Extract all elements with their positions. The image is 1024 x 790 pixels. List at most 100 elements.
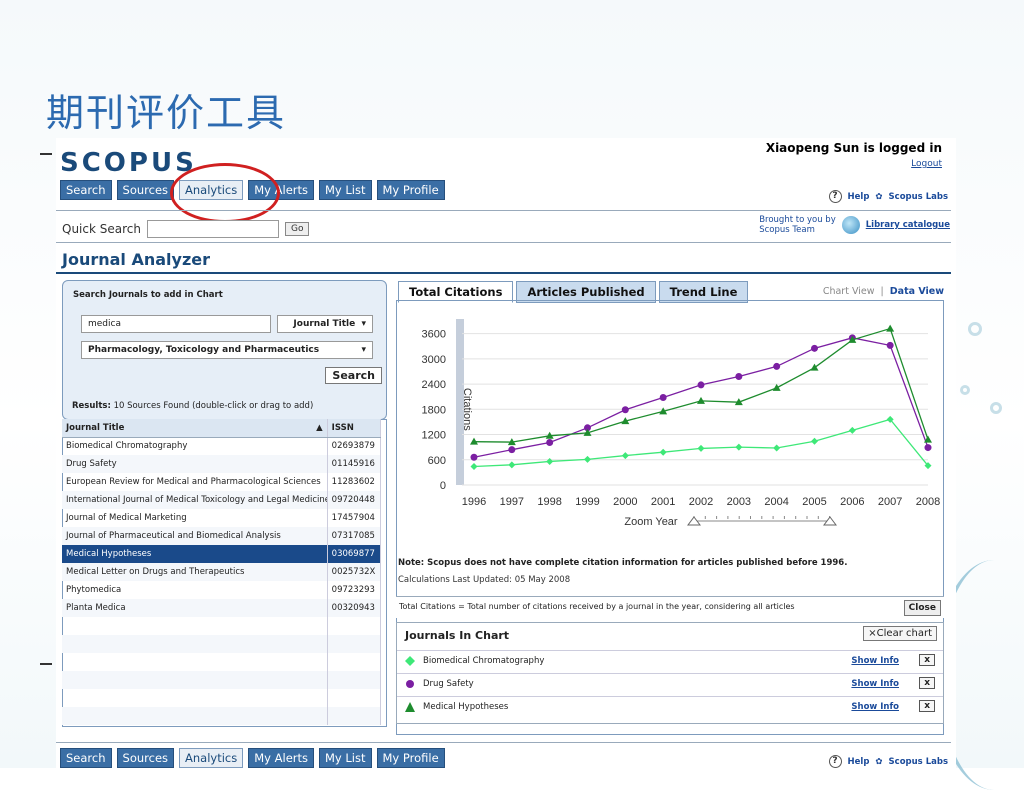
data-point xyxy=(621,406,629,414)
x-tick-label: 2008 xyxy=(916,496,940,508)
nav-sources[interactable]: Sources xyxy=(116,180,175,200)
subject-select[interactable]: Pharmacology, Toxicology and Pharmaceuti… xyxy=(81,341,373,359)
data-view-link[interactable]: Data View xyxy=(890,286,944,297)
decor-ring xyxy=(960,385,970,395)
journal-title-cell: Journal of Medical Marketing xyxy=(62,509,328,527)
journal-title-cell: International Journal of Medical Toxicol… xyxy=(62,491,328,509)
journal-title-cell xyxy=(62,617,328,635)
table-row[interactable]: Medical Letter on Drugs and Therapeutics… xyxy=(62,563,382,581)
x-tick-label: 2005 xyxy=(802,496,826,508)
table-row[interactable]: Drug Safety 01145916 xyxy=(62,455,382,473)
data-point xyxy=(735,373,743,381)
x-tick-label: 2007 xyxy=(878,496,902,508)
calc-updated: Calculations Last Updated: 05 May 2008 xyxy=(398,575,571,585)
triangle-marker-icon xyxy=(405,702,415,712)
help-link[interactable]: Help xyxy=(848,757,870,767)
x-tick-label: 2003 xyxy=(727,496,751,508)
close-button[interactable]: Close xyxy=(903,600,941,616)
data-point xyxy=(811,344,818,352)
table-row[interactable]: Planta Medica 00320943 xyxy=(62,599,382,617)
table-row[interactable]: Phytomedica 09723293 xyxy=(62,581,382,599)
search-panel-title: Search Journals to add in Chart xyxy=(73,290,223,300)
help-icon[interactable]: ? xyxy=(828,755,842,768)
journal-title-cell xyxy=(62,635,328,653)
scopus-labs-link[interactable]: Scopus Labs xyxy=(889,757,948,767)
y-tick-label: 2400 xyxy=(422,379,446,391)
results-label: Results: xyxy=(72,401,111,411)
y-tick-label: 1800 xyxy=(422,404,446,416)
remove-journal-button[interactable]: x xyxy=(919,677,935,689)
journal-title-cell: Biomedical Chromatography xyxy=(62,437,328,455)
help-icon[interactable]: ? xyxy=(828,190,842,203)
nav-search[interactable]: Search xyxy=(60,748,112,768)
show-info-link[interactable]: Show Info xyxy=(851,679,899,689)
go-button[interactable]: Go xyxy=(284,222,310,236)
issn-cell: 17457904 xyxy=(327,509,382,527)
quick-search-input[interactable] xyxy=(146,220,279,238)
issn-cell: 02693879 xyxy=(327,437,382,455)
col-issn[interactable]: ISSN xyxy=(327,419,382,438)
data-point xyxy=(811,437,818,445)
help-bar: ? Help ✿ Scopus Labs xyxy=(828,190,948,203)
y-tick-label: 3600 xyxy=(422,329,446,341)
sort-icon: ▲ xyxy=(316,422,323,433)
show-info-link[interactable]: Show Info xyxy=(851,656,899,666)
remove-journal-button[interactable]: x xyxy=(919,700,935,712)
table-row[interactable]: International Journal of Medical Toxicol… xyxy=(62,491,382,509)
journal-chart-row: Drug Safety Show Info x xyxy=(397,673,943,695)
divider xyxy=(56,210,951,211)
y-tick-label: 0 xyxy=(440,480,446,492)
nav-my-list[interactable]: My List xyxy=(319,180,372,200)
chart-note: Note: Scopus does not have complete cita… xyxy=(398,558,848,568)
table-row xyxy=(62,653,382,671)
data-point xyxy=(546,457,554,465)
x-tick-label: 1997 xyxy=(500,496,524,508)
data-point xyxy=(772,383,781,391)
metric-description: Total Citations = Total number of citati… xyxy=(396,596,944,618)
citations-chart: 0 600 1200 1800 2400 3000 3600 1996 1997 1998 1999… xyxy=(422,319,940,528)
clear-chart-button[interactable]: ×Clear chart xyxy=(863,626,937,641)
issn-cell xyxy=(327,617,382,635)
library-catalogue-link[interactable]: Library catalogue xyxy=(866,220,950,230)
divider xyxy=(56,272,951,274)
table-row[interactable]: Biomedical Chromatography 02693879 xyxy=(62,437,382,455)
show-info-link[interactable]: Show Info xyxy=(851,702,899,712)
col-journal-title[interactable]: Journal Title ▲ xyxy=(62,419,328,438)
results-summary: Results: 10 Sources Found (double-click … xyxy=(72,401,313,411)
table-row[interactable]: Journal of Medical Marketing 17457904 xyxy=(62,509,382,527)
data-point xyxy=(546,439,554,447)
search-button[interactable]: Search xyxy=(325,367,382,384)
help-link[interactable]: Help xyxy=(848,192,870,202)
table-row xyxy=(62,707,382,725)
data-point xyxy=(584,455,591,463)
data-point xyxy=(697,381,705,389)
journal-search-input[interactable]: medica xyxy=(81,315,271,333)
issn-cell xyxy=(327,707,382,725)
scopus-labs-link[interactable]: Scopus Labs xyxy=(889,192,948,202)
table-row[interactable]: Medical Hypotheses 03069877 xyxy=(62,545,382,563)
nav-search[interactable]: Search xyxy=(60,180,112,200)
x-tick-label: 2006 xyxy=(840,496,864,508)
subject-select-value: Pharmacology, Toxicology and Pharmaceuti… xyxy=(88,345,320,355)
data-point xyxy=(621,452,629,460)
view-separator: | xyxy=(880,286,884,297)
divider xyxy=(56,742,951,743)
nav-sources[interactable]: Sources xyxy=(116,748,175,768)
logout-link[interactable]: Logout xyxy=(766,159,942,169)
nav-my-alerts[interactable]: My Alerts xyxy=(248,748,314,768)
field-select[interactable]: Journal Title ▾ xyxy=(277,315,373,333)
page-title: Journal Analyzer xyxy=(62,250,211,269)
results-text: 10 Sources Found (double-click or drag t… xyxy=(113,401,314,411)
x-tick-label: 2000 xyxy=(613,496,637,508)
nav-my-profile[interactable]: My Profile xyxy=(376,180,445,200)
table-row[interactable]: Journal of Pharmaceutical and Biomedical… xyxy=(62,527,382,545)
nav-analytics[interactable]: Analytics xyxy=(179,748,244,768)
data-point xyxy=(508,446,516,454)
chart-view-link[interactable]: Chart View xyxy=(823,286,875,297)
nav-my-list[interactable]: My List xyxy=(319,748,372,768)
table-row[interactable]: European Review for Medical and Pharmaco… xyxy=(62,473,382,491)
nav-my-profile[interactable]: My Profile xyxy=(376,748,445,768)
remove-journal-button[interactable]: x xyxy=(919,654,935,666)
data-point xyxy=(848,426,856,434)
journal-chart-name: Medical Hypotheses xyxy=(423,702,509,712)
